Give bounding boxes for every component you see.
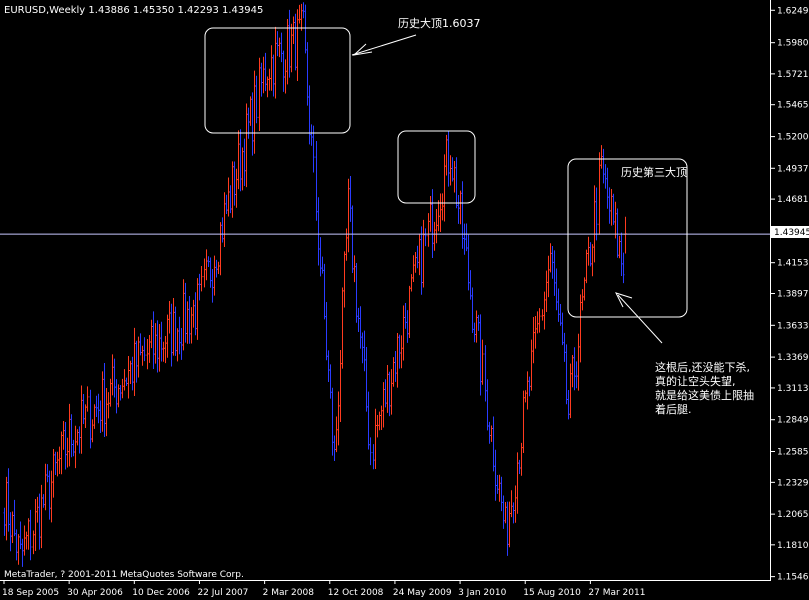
price-tick-label: 1.59800 [777, 39, 809, 49]
current-price-label: 1.43945 [774, 228, 809, 238]
price-tick-label: 1.15460 [777, 573, 809, 583]
price-tick-label: 1.20650 [777, 510, 809, 520]
time-tick-label: 15 Aug 2010 [523, 588, 581, 598]
time-tick-label: 27 Mar 2011 [588, 588, 645, 598]
time-tick-label: 10 Dec 2006 [132, 588, 190, 598]
symbol-line: EURUSD,Weekly 1.43886 1.45350 1.42293 1.… [4, 5, 263, 16]
comment-line-2: 真的让空头失望, [655, 374, 736, 388]
time-tick-label: 12 Oct 2008 [328, 588, 384, 598]
peak1-annotation: 历史大顶1.6037 [398, 16, 481, 30]
price-tick-label: 1.54650 [777, 101, 809, 111]
price-tick-label: 1.25850 [777, 448, 809, 458]
time-tick-label: 30 Apr 2006 [67, 588, 123, 598]
time-tick-label: 3 Jan 2010 [458, 588, 506, 598]
comment-line-1: 这根后,还没能下杀, [655, 360, 750, 374]
time-tick-label: 18 Sep 2005 [2, 588, 59, 598]
price-tick-label: 1.36330 [777, 321, 809, 331]
price-tick-label: 1.31130 [777, 384, 809, 394]
copyright-text: MetaTrader, ? 2001-2011 MetaQuotes Softw… [4, 570, 244, 580]
price-tick-label: 1.49370 [777, 164, 809, 174]
time-tick-label: 22 Jul 2007 [197, 588, 248, 598]
price-tick-label: 1.52000 [777, 133, 809, 143]
price-tick-label: 1.57210 [777, 70, 809, 80]
price-tick-label: 1.41530 [777, 259, 809, 269]
price-tick-label: 1.38970 [777, 290, 809, 300]
price-tick-label: 1.62490 [777, 6, 809, 16]
price-tick-label: 1.18100 [777, 541, 809, 551]
comment-line-3: 就是给这美债上限抽 [655, 388, 754, 402]
time-tick-label: 24 May 2009 [393, 588, 452, 598]
chart-background [0, 0, 809, 600]
peak3-annotation: 历史第三大顶 [621, 165, 687, 179]
comment-line-4: 着后腿. [655, 402, 692, 416]
chart: 1.62490 1.59800 1.57210 1.54650 1.52000 1.493… [0, 0, 809, 600]
price-tick-label: 1.28490 [777, 416, 809, 426]
time-tick-label: 2 Mar 2008 [263, 588, 315, 598]
price-tick-label: 1.46810 [777, 195, 809, 205]
price-tick-label: 1.23290 [777, 478, 809, 488]
price-tick-label: 1.33690 [777, 353, 809, 363]
